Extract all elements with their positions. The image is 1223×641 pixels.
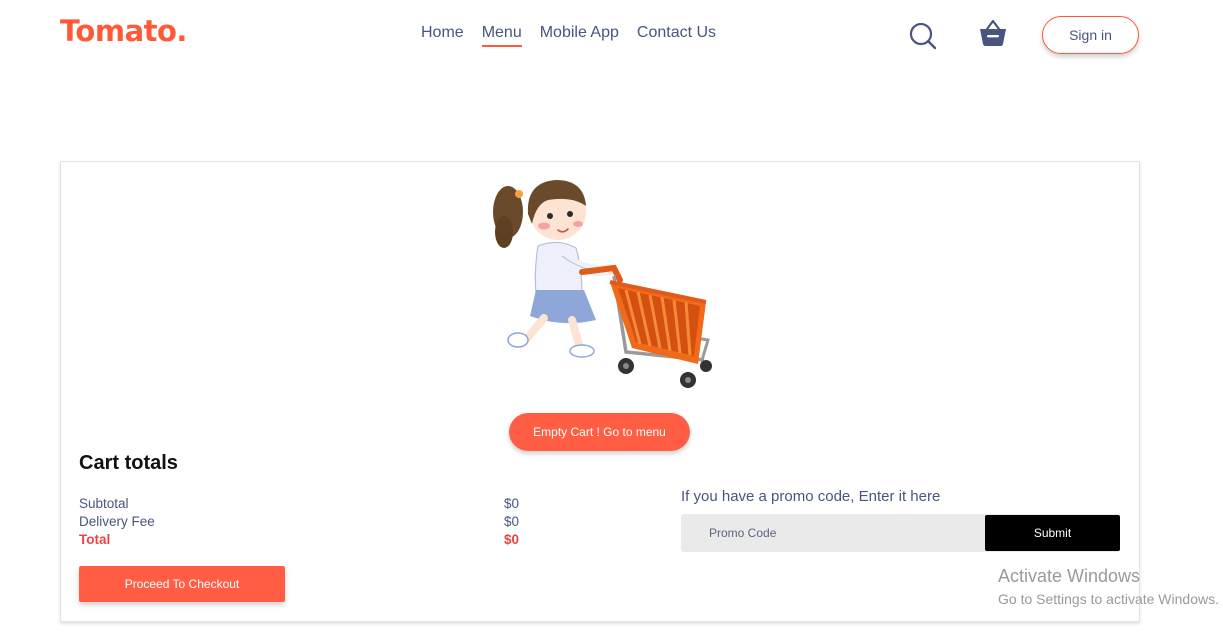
- basket-icon[interactable]: [978, 18, 1008, 48]
- nav-link-menu[interactable]: Menu: [481, 24, 522, 47]
- delivery-fee-label: Delivery Fee: [79, 514, 155, 529]
- promo-code-input[interactable]: [681, 514, 985, 552]
- logo[interactable]: Tomato.: [60, 14, 187, 48]
- promo-code-label: If you have a promo code, Enter it here: [681, 488, 941, 505]
- empty-cart-illustration: [493, 180, 712, 388]
- search-icon[interactable]: [909, 22, 937, 50]
- navbar: Tomato. Home Menu Mobile App Contact Us …: [0, 0, 1223, 70]
- watermark-title: Activate Windows: [998, 566, 1141, 586]
- nav-link-home[interactable]: Home: [421, 24, 464, 47]
- total-label: Total: [79, 532, 111, 547]
- subtotal-value: $0: [503, 496, 519, 511]
- delivery-fee-row: Delivery Fee $0: [79, 514, 519, 529]
- subtotal-row: Subtotal $0: [79, 496, 519, 511]
- subtotal-label: Subtotal: [79, 496, 129, 511]
- promo-submit-button[interactable]: Submit: [985, 515, 1120, 551]
- activate-windows-watermark: Activate Windows Go to Settings to activ…: [998, 566, 1219, 607]
- total-row: Total $0: [79, 532, 519, 547]
- nav-link-mobile-app[interactable]: Mobile App: [540, 24, 619, 47]
- nav-menu: Home Menu Mobile App Contact Us: [421, 24, 716, 47]
- cart-totals-title: Cart totals: [79, 452, 178, 474]
- sign-in-button[interactable]: Sign in: [1042, 16, 1139, 54]
- nav-link-contact-us[interactable]: Contact Us: [637, 24, 716, 47]
- promo-code-box: Submit: [681, 514, 1120, 552]
- watermark-subtitle: Go to Settings to activate Windows.: [998, 591, 1219, 607]
- empty-cart-go-to-menu-button[interactable]: Empty Cart ! Go to menu: [509, 413, 690, 451]
- proceed-to-checkout-button[interactable]: Proceed To Checkout: [79, 566, 285, 602]
- total-value: $0: [503, 532, 519, 547]
- cart-panel: Empty Cart ! Go to menu Cart totals Subt…: [60, 161, 1140, 622]
- delivery-fee-value: $0: [503, 514, 519, 529]
